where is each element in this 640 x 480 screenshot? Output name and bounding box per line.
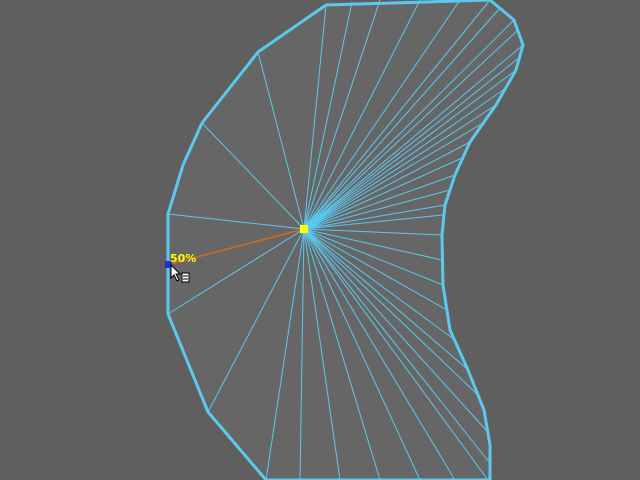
viewport-3d[interactable]: 50%	[0, 0, 640, 480]
mesh-scene[interactable]: 50%	[0, 0, 640, 480]
center-vertex[interactable]	[300, 225, 308, 233]
polygon-face[interactable]	[168, 0, 523, 480]
edge-percentage-label: 50%	[170, 252, 196, 265]
